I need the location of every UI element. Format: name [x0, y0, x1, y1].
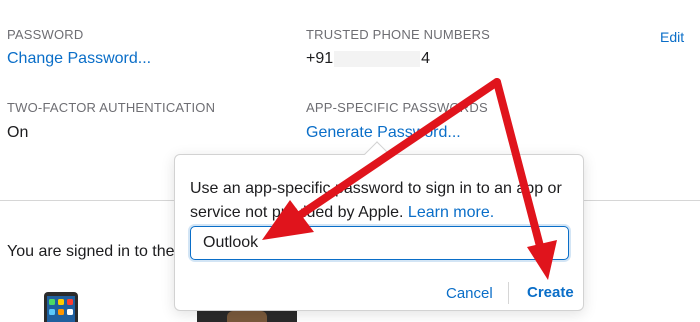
change-password-link[interactable]: Change Password...: [7, 50, 151, 68]
button-separator: [508, 282, 509, 304]
phone-redaction: [334, 50, 421, 67]
two-factor-label: TWO-FACTOR AUTHENTICATION: [7, 100, 216, 115]
edit-phones-link[interactable]: Edit: [660, 29, 684, 45]
phone-suffix: 4: [421, 50, 431, 67]
two-factor-value: On: [7, 124, 29, 141]
app-icon: [58, 309, 64, 315]
trusted-phone-label: TRUSTED PHONE NUMBERS: [306, 27, 491, 42]
generate-password-link[interactable]: Generate Password...: [306, 124, 461, 142]
popover-description: Use an app-specific password to sign in …: [190, 177, 570, 225]
device-thumbnail-detail: [227, 311, 267, 322]
learn-more-link[interactable]: Learn more.: [408, 204, 494, 221]
trusted-phone-number: +91 4: [306, 50, 430, 68]
password-label: PASSWORD: [7, 27, 84, 42]
app-icon: [67, 299, 73, 305]
cancel-button[interactable]: Cancel: [446, 285, 493, 302]
signed-in-text: You are signed in to the: [7, 243, 175, 260]
app-passwords-label: APP-SPECIFIC PASSWORDS: [306, 100, 488, 115]
password-label-input[interactable]: [190, 226, 569, 260]
phone-screen: [47, 296, 75, 322]
app-icon: [67, 309, 73, 315]
phone-prefix: +91: [306, 50, 334, 67]
popover-description-text: Use an app-specific password to sign in …: [190, 180, 562, 221]
app-icon: [58, 299, 64, 305]
iphone-device-image[interactable]: [44, 292, 78, 322]
app-icon: [49, 299, 55, 305]
create-button[interactable]: Create: [527, 284, 574, 301]
app-icon: [49, 309, 55, 315]
